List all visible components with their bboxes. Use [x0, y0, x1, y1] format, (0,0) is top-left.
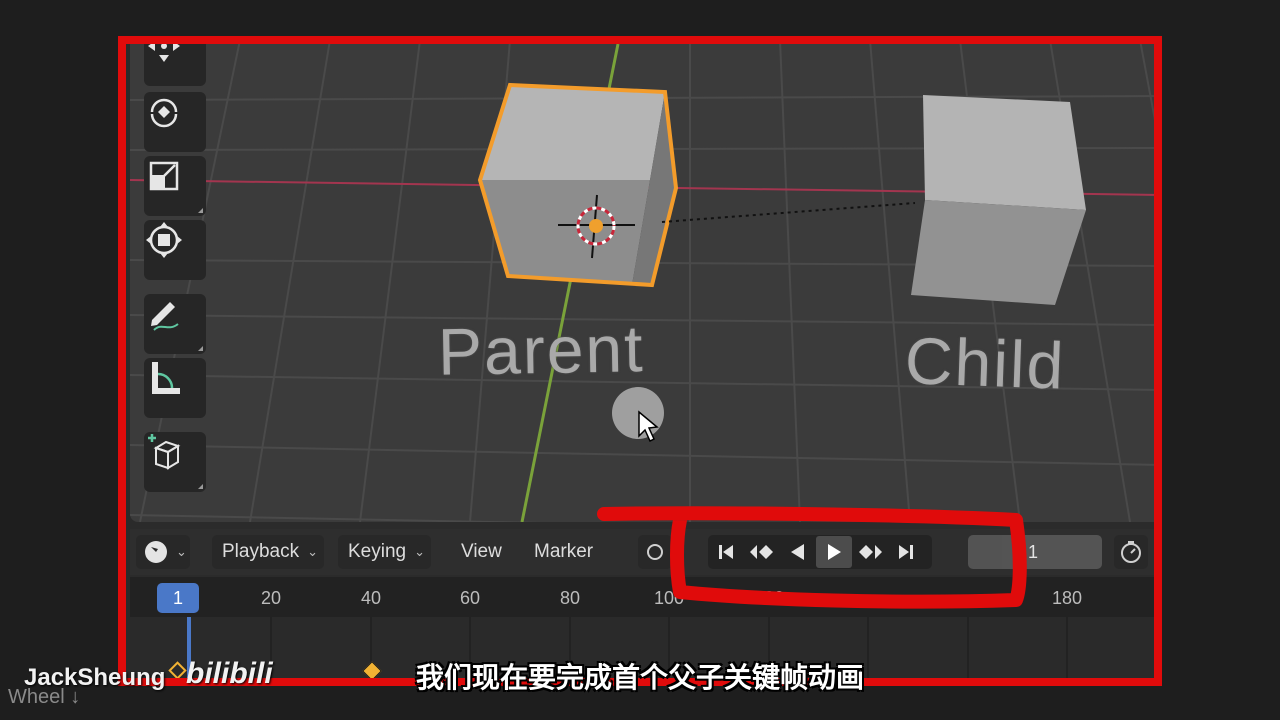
ruler-tick: 20 [260, 588, 282, 608]
stopwatch-icon [1121, 541, 1141, 563]
playback-menu[interactable]: Playback ⌄ [212, 535, 325, 569]
keying-label: Keying [348, 541, 407, 562]
rotate-tool[interactable] [144, 92, 206, 152]
3d-viewport[interactable]: Parent Child [130, 40, 1162, 522]
view-menu[interactable]: View [461, 535, 502, 569]
auto-keying-toggle[interactable] [638, 535, 672, 569]
play-reverse-button[interactable] [780, 536, 816, 568]
current-frame-indicator[interactable]: 1 [157, 583, 199, 613]
add-cube-tool[interactable] [144, 432, 206, 492]
bilibili-logo: bilibili [186, 657, 273, 690]
rotate-icon [150, 98, 178, 128]
transform-tool[interactable] [144, 220, 206, 280]
measure-icon [152, 362, 180, 394]
keying-menu[interactable]: Keying ⌄ [338, 535, 432, 569]
timer-button[interactable] [1114, 535, 1148, 569]
play-icon [828, 544, 841, 560]
playback-label: Playback [222, 541, 300, 562]
chevron-down-icon: ⌄ [176, 544, 187, 559]
scale-tool[interactable] [144, 156, 206, 216]
move-tool[interactable] [144, 40, 206, 86]
ruler-tick: 100 [653, 588, 685, 608]
clock-icon [145, 541, 167, 563]
ruler-tick: 80 [559, 588, 581, 608]
frame-ruler[interactable]: 1 20 40 60 80 100 120 180 [130, 577, 1162, 617]
next-keyframe-button[interactable] [852, 536, 888, 568]
chevron-down-icon: ⌄ [414, 544, 426, 559]
play-button[interactable] [816, 536, 852, 568]
ruler-tick: 180 [1051, 588, 1083, 608]
annotate-icon [151, 302, 179, 331]
editor-type-menu[interactable]: ⌄ [136, 535, 190, 569]
parent-label: Parent [437, 311, 646, 389]
child-cube [911, 95, 1086, 305]
jump-start-button[interactable] [708, 536, 744, 568]
parent-relationship-line [661, 202, 916, 223]
parent-cube [477, 82, 679, 288]
next-keyframe-icon [859, 545, 882, 559]
jump-end-button[interactable] [888, 536, 924, 568]
scale-icon [149, 161, 179, 191]
jump-start-icon [719, 545, 733, 559]
preview-range-toggle[interactable] [968, 535, 1002, 569]
move-icon [148, 41, 180, 62]
child-label: Child [903, 323, 1067, 403]
record-icon [647, 544, 663, 560]
marker-menu[interactable]: Marker [534, 535, 593, 569]
mouse-cursor [612, 387, 664, 443]
transform-icon [146, 222, 182, 258]
blender-window: Parent Child ⌄ Playback ⌄ Keying ⌄ View … [118, 36, 1162, 686]
prev-keyframe-button[interactable] [744, 536, 780, 568]
annotate-tool[interactable] [144, 294, 206, 354]
ruler-tick: 120 [753, 588, 785, 608]
add-cube-icon [148, 434, 181, 470]
measure-tool[interactable] [144, 358, 206, 418]
prev-keyframe-icon [750, 545, 773, 559]
chevron-down-icon: ⌄ [307, 544, 319, 559]
jump-end-icon [899, 545, 913, 559]
ruler-tick: 40 [360, 588, 382, 608]
timeline-header: ⌄ Playback ⌄ Keying ⌄ View Marker 1 [130, 529, 1162, 575]
input-hint: Wheel ↓ [8, 686, 81, 708]
playback-controls [708, 535, 932, 569]
viewport-scene [130, 40, 1162, 522]
ruler-tick: 60 [459, 588, 481, 608]
play-reverse-icon [791, 544, 804, 560]
current-frame-field[interactable]: 1 [1002, 535, 1102, 569]
